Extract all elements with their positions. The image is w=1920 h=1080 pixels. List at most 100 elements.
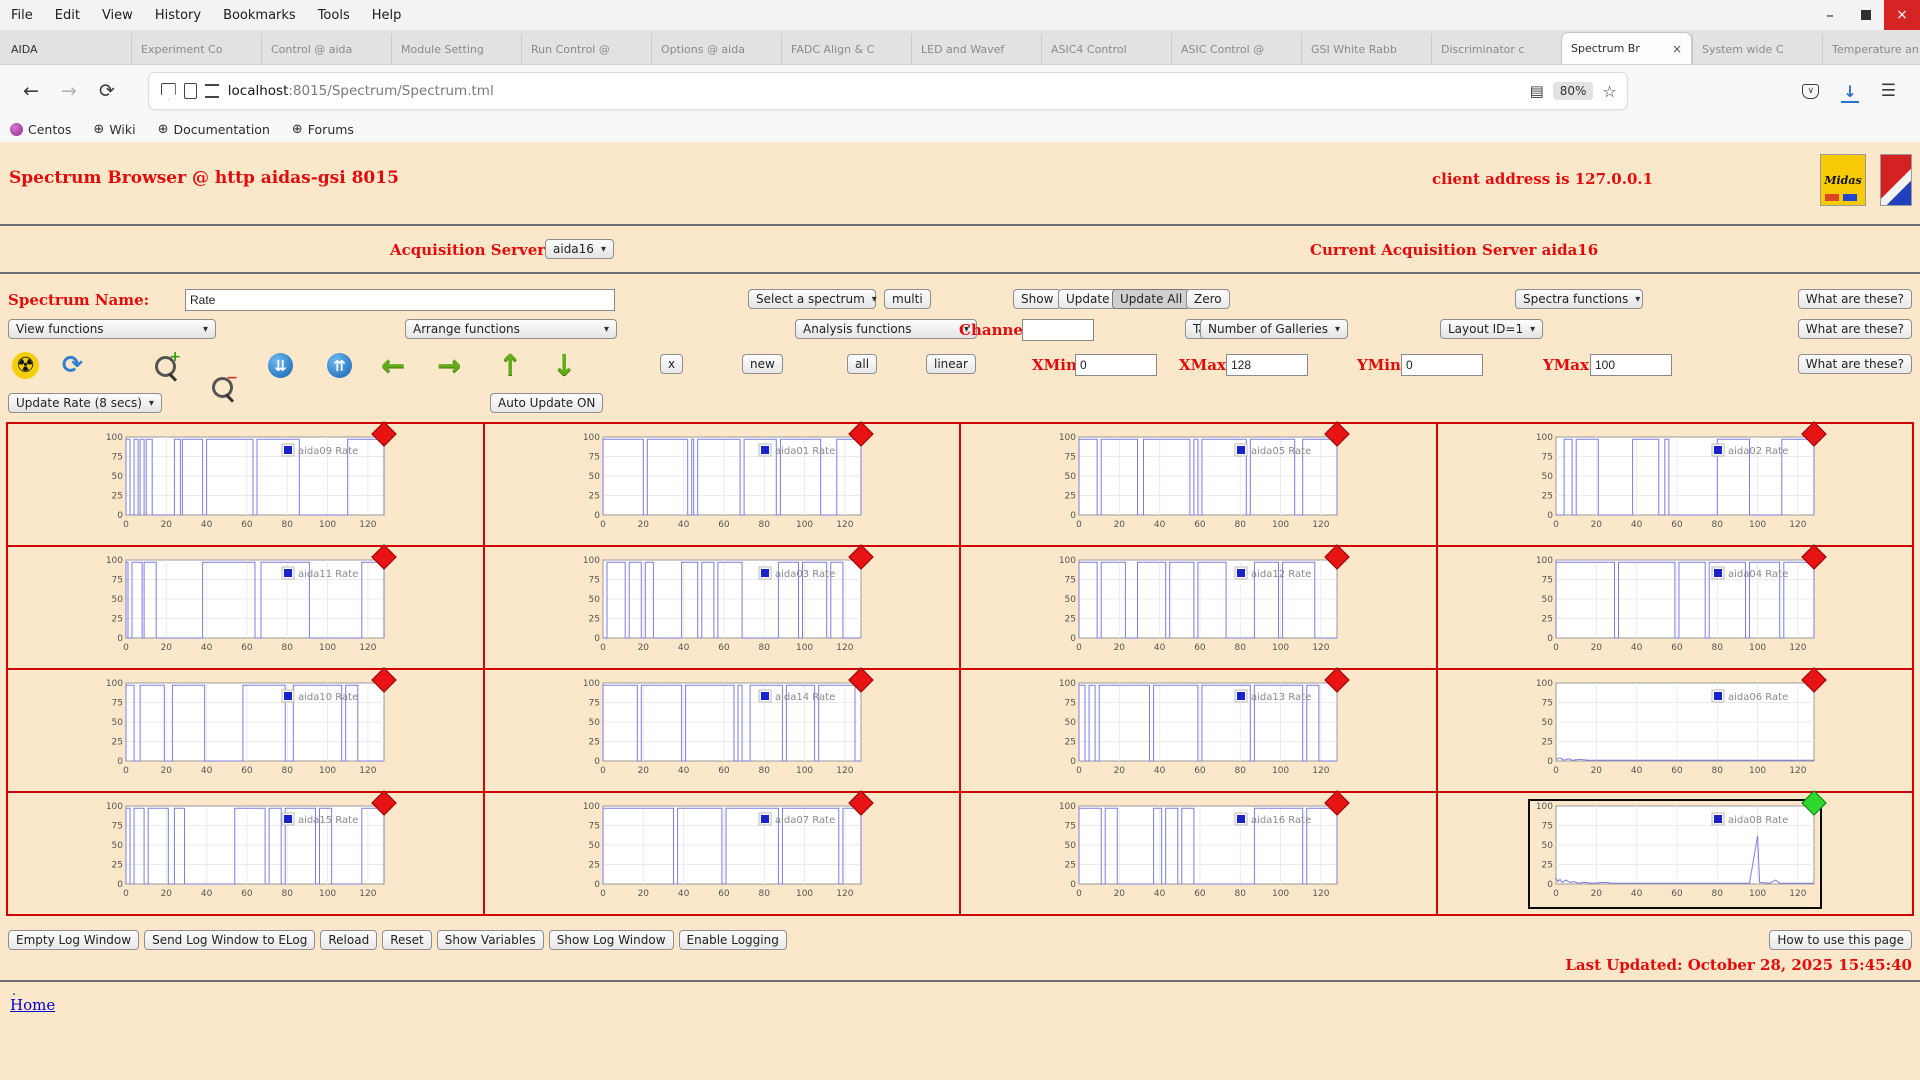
menu-view[interactable]: View (91, 8, 144, 23)
home-link[interactable]: Home (10, 996, 55, 1014)
radiation-icon[interactable]: ☢ (12, 352, 39, 379)
send-log-window-to-elog-button[interactable]: Send Log Window to ELog (144, 930, 315, 950)
xmin-input[interactable] (1075, 354, 1157, 376)
tab-system-wide-c[interactable]: System wide C (1692, 34, 1822, 64)
spectrum-chart-aida16[interactable]: 0255075100020406080100120aida16 Rate (1051, 799, 1345, 909)
show-log-window-button[interactable]: Show Log Window (549, 930, 674, 950)
how-to-use-button[interactable]: How to use this page (1769, 930, 1912, 950)
minimize-button[interactable]: – (1812, 0, 1848, 30)
menu-help[interactable]: Help (361, 8, 413, 23)
close-button[interactable]: × (1884, 0, 1920, 30)
update-rate-dropdown[interactable]: Update Rate (8 secs)▾ (8, 393, 162, 413)
spectrum-chart-aida02[interactable]: 0255075100020406080100120aida02 Rate (1528, 430, 1822, 540)
arrange-functions-dropdown[interactable]: Arrange functions▾ (405, 319, 617, 339)
spectrum-chart-aida13[interactable]: 0255075100020406080100120aida13 Rate (1051, 676, 1345, 786)
spectrum-chart-aida03[interactable]: 0255075100020406080100120aida03 Rate (575, 553, 869, 663)
spectrum-chart-aida14[interactable]: 0255075100020406080100120aida14 Rate (575, 676, 869, 786)
facility-logo[interactable] (1880, 154, 1912, 206)
menu-edit[interactable]: Edit (44, 8, 91, 23)
tracking-shield-icon[interactable] (161, 83, 176, 100)
ymax-input[interactable] (1590, 354, 1672, 376)
bookmark-forums[interactable]: ⊕Forums (292, 122, 354, 137)
spectrum-chart-aida10[interactable]: 0255075100020406080100120aida10 Rate (98, 676, 392, 786)
tab-run-control-[interactable]: Run Control @ (521, 34, 651, 64)
tab-asic-control-[interactable]: ASIC Control @ (1171, 34, 1301, 64)
menu-history[interactable]: History (144, 8, 212, 23)
back-icon[interactable]: ← (23, 80, 39, 102)
tab-asic4-control[interactable]: ASIC4 Control (1041, 34, 1171, 64)
tab-close-icon[interactable]: × (1666, 42, 1682, 56)
move-down-icon[interactable]: ↓ (552, 348, 576, 382)
analysis-functions-dropdown[interactable]: Analysis functions▾ (795, 319, 977, 339)
ymin-input[interactable] (1401, 354, 1483, 376)
spectrum-chart-aida09[interactable]: 0255075100020406080100120aida09 Rate (98, 430, 392, 540)
multi-button[interactable]: multi (884, 289, 931, 309)
galleries-dropdown[interactable]: Number of Galleries▾ (1200, 319, 1348, 339)
spectrum-chart-aida04[interactable]: 0255075100020406080100120aida04 Rate (1528, 553, 1822, 663)
reload-button[interactable]: Reload (320, 930, 377, 950)
move-left-icon[interactable]: ← (381, 348, 405, 382)
spectrum-chart-aida08[interactable]: 0255075100020406080100120aida08 Rate (1528, 799, 1822, 909)
page-down-icon[interactable]: ⇊ (268, 353, 293, 378)
empty-log-window-button[interactable]: Empty Log Window (8, 930, 139, 950)
page-up-icon[interactable]: ⇈ (327, 353, 352, 378)
menu-tools[interactable]: Tools (307, 8, 361, 23)
tab-discriminator-c[interactable]: Discriminator c (1431, 34, 1561, 64)
spectrum-name-input[interactable] (185, 289, 615, 311)
downloads-icon[interactable]: ↓ (1843, 82, 1856, 101)
tab-led-and-wavef[interactable]: LED and Wavef (911, 34, 1041, 64)
menu-bookmarks[interactable]: Bookmarks (212, 8, 307, 23)
reader-mode-icon[interactable]: ▤ (1530, 82, 1544, 100)
zoom-in-icon[interactable]: + (155, 356, 176, 377)
move-up-icon[interactable]: ↑ (498, 348, 522, 382)
bookmark-star-icon[interactable]: ☆ (1602, 82, 1616, 101)
enable-logging-button[interactable]: Enable Logging (679, 930, 787, 950)
url-bar[interactable]: localhost:8015/Spectrum/Spectrum.tml ▤ 8… (148, 72, 1628, 110)
xmax-input[interactable] (1226, 354, 1308, 376)
tab-experiment-co[interactable]: Experiment Co (131, 34, 261, 64)
maximize-button[interactable] (1848, 0, 1884, 30)
channel-input[interactable] (1022, 319, 1094, 341)
acquisition-server-select[interactable]: aida16▾ (545, 239, 614, 259)
select-spectrum-dropdown[interactable]: Select a spectrum▾ (748, 289, 876, 309)
show-variables-button[interactable]: Show Variables (437, 930, 544, 950)
permissions-icon[interactable] (205, 84, 219, 98)
app-menu-icon[interactable]: ☰ (1881, 81, 1896, 101)
tab-spectrum-br[interactable]: Spectrum Br× (1561, 32, 1692, 64)
tab-module-setting[interactable]: Module Setting (391, 34, 521, 64)
tab-fadc-align-c[interactable]: FADC Align & C (781, 34, 911, 64)
zoom-level-badge[interactable]: 80% (1553, 82, 1594, 100)
tab-temperature-an[interactable]: Temperature an (1822, 34, 1920, 64)
reset-button[interactable]: Reset (382, 930, 432, 950)
all-button[interactable]: all (847, 354, 877, 374)
zero-button[interactable]: Zero (1186, 289, 1230, 309)
spectrum-chart-aida15[interactable]: 0255075100020406080100120aida15 Rate (98, 799, 392, 909)
menu-file[interactable]: File (0, 8, 44, 23)
new-button[interactable]: new (742, 354, 783, 374)
spectrum-chart-aida11[interactable]: 0255075100020406080100120aida11 Rate (98, 553, 392, 663)
auto-update-button[interactable]: Auto Update ON (490, 393, 603, 413)
forward-icon[interactable]: → (61, 80, 77, 102)
spectrum-chart-aida07[interactable]: 0255075100020406080100120aida07 Rate (575, 799, 869, 909)
midas-logo[interactable]: Midas (1820, 154, 1866, 206)
spectra-functions-dropdown[interactable]: Spectra functions▾ (1515, 289, 1643, 309)
bookmark-documentation[interactable]: ⊕Documentation (158, 122, 270, 137)
update-button[interactable]: Update (1058, 289, 1117, 309)
layout-dropdown[interactable]: Layout ID=1▾ (1440, 319, 1543, 339)
bookmark-wiki[interactable]: ⊕Wiki (93, 122, 135, 137)
tab-gsi-white-rabb[interactable]: GSI White Rabb (1301, 34, 1431, 64)
page-info-icon[interactable] (184, 83, 197, 99)
spectrum-chart-aida12[interactable]: 0255075100020406080100120aida12 Rate (1051, 553, 1345, 663)
refresh-icon[interactable]: ⟳ (62, 350, 83, 379)
spectrum-chart-aida05[interactable]: 0255075100020406080100120aida05 Rate (1051, 430, 1345, 540)
spectrum-chart-aida01[interactable]: 0255075100020406080100120aida01 Rate (575, 430, 869, 540)
what-are-these-button[interactable]: What are these? (1798, 354, 1912, 374)
what-are-these-button[interactable]: What are these? (1798, 289, 1912, 309)
update-all-button[interactable]: Update All (1112, 289, 1190, 309)
view-functions-dropdown[interactable]: View functions▾ (8, 319, 216, 339)
tab-control-aida[interactable]: Control @ aida (261, 34, 391, 64)
x-button[interactable]: x (660, 354, 683, 374)
bookmark-centos[interactable]: Centos (10, 122, 71, 137)
move-right-icon[interactable]: → (437, 348, 461, 382)
tab-aida[interactable]: AIDA (2, 34, 131, 64)
